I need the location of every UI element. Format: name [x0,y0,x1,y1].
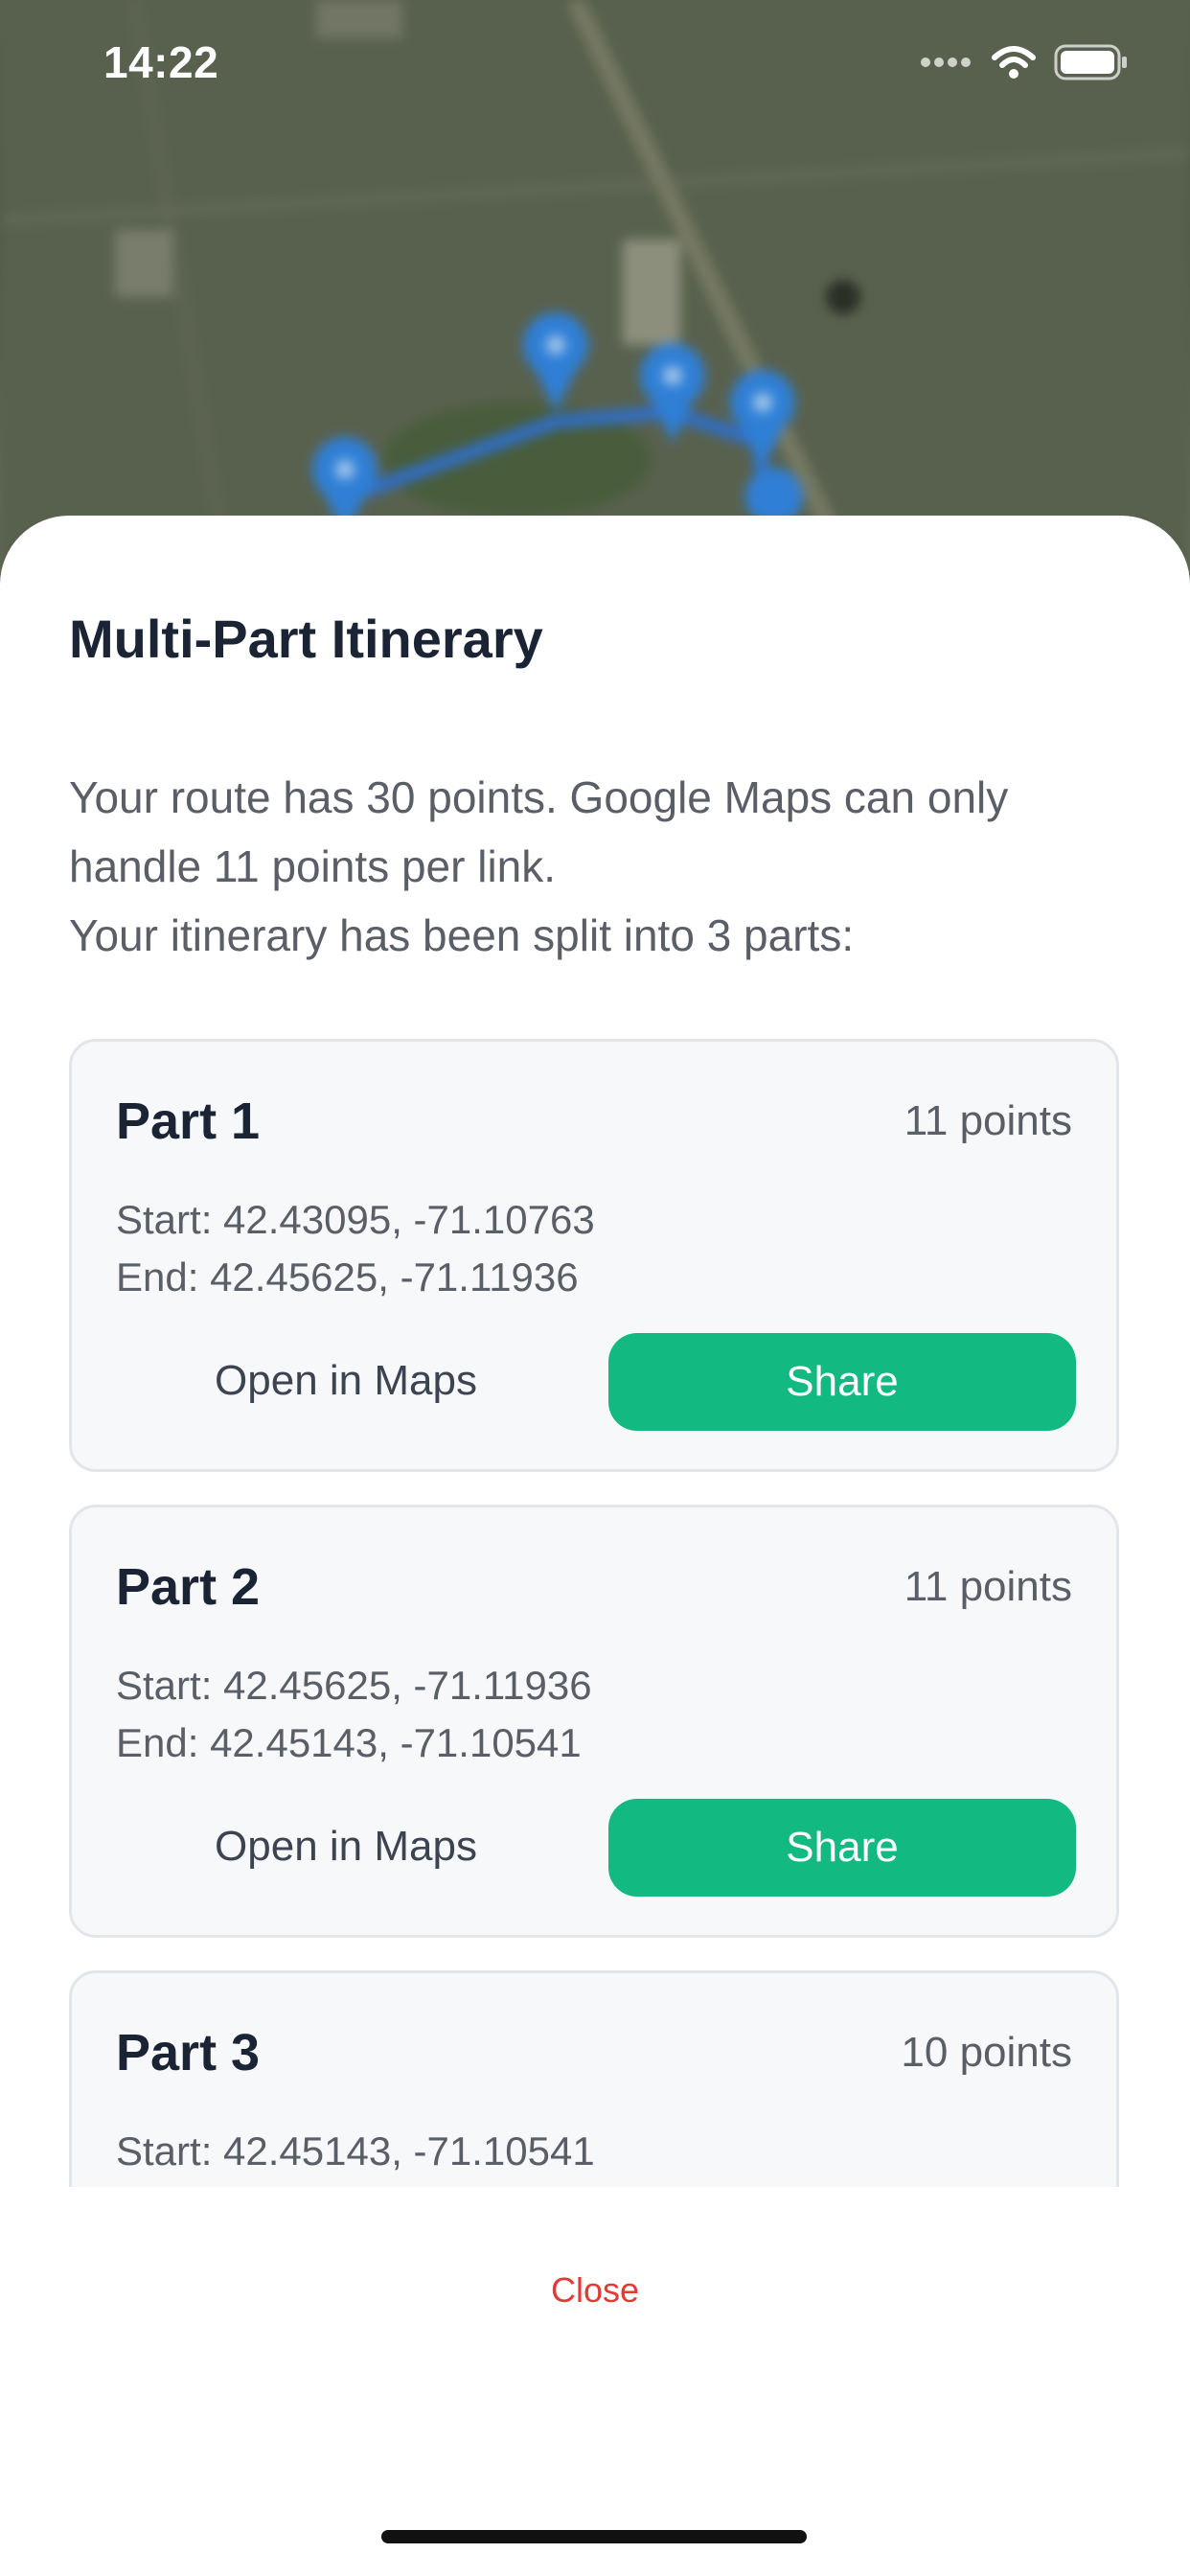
wifi-icon [991,44,1037,85]
part-name: Part 1 [116,1092,261,1150]
battery-icon [1054,44,1129,85]
home-indicator [381,2530,807,2543]
part-end: End: 42.45625, -71.11936 [116,1254,579,1300]
description-line: Your itinerary has been split into 3 par… [69,910,855,960]
part-start: Start: 42.45625, -71.11936 [116,1663,592,1708]
part-name: Part 2 [116,1558,261,1616]
part-name: Part 3 [116,2024,261,2082]
part-point-count: 11 points [904,1563,1072,1610]
part-start: Start: 42.45143, -71.10541 [116,2128,595,2174]
part-end: End: 42.45143, -71.10541 [116,1720,582,1765]
close-button[interactable]: Close [451,2252,739,2329]
signal-icon [920,56,973,74]
part-card: Part 2 11 points Start: 42.45625, -71.11… [69,1505,1119,1938]
part-card: Part 3 10 points Start: 42.45143, -71.10… [69,1970,1119,2187]
status-bar: 14:22 [0,0,1190,125]
sheet-title: Multi-Part Itinerary [69,609,543,669]
description-line: handle 11 points per link. [69,841,557,891]
parts-list[interactable]: Part 1 11 points Start: 42.43095, -71.10… [0,1039,1190,2187]
part-start: Start: 42.43095, -71.10763 [116,1197,595,1242]
part-point-count: 10 points [901,2029,1072,2076]
part-point-count: 11 points [904,1097,1072,1144]
open-in-maps-button[interactable]: Open in Maps [116,1333,576,1429]
share-button[interactable]: Share [608,1799,1076,1897]
description-line: Your route has 30 points. Google Maps ca… [69,772,1009,822]
open-in-maps-button[interactable]: Open in Maps [116,1799,576,1895]
sheet-description: Your route has 30 points. Google Maps ca… [69,763,1133,970]
status-time: 14:22 [103,37,219,87]
itinerary-sheet: Multi-Part Itinerary Your route has 30 p… [0,516,1190,2576]
status-icons [920,44,1129,85]
part-card: Part 1 11 points Start: 42.43095, -71.10… [69,1039,1119,1472]
share-button[interactable]: Share [608,1333,1076,1431]
